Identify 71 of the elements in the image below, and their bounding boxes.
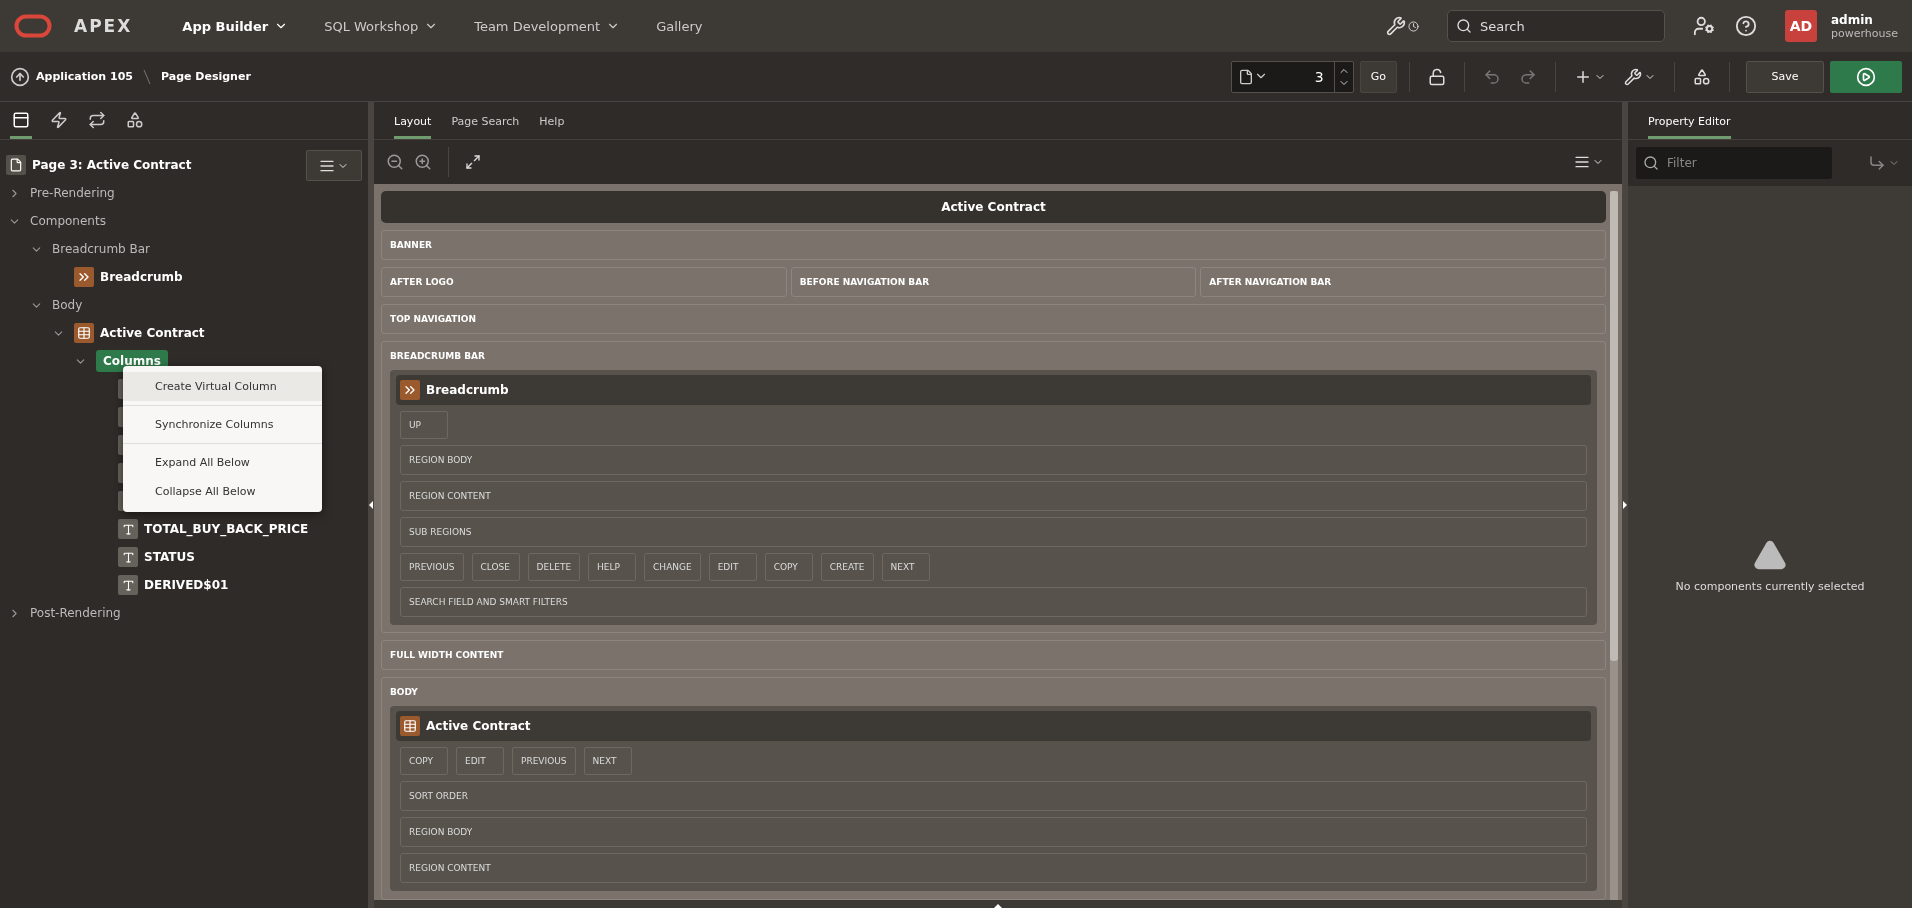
tree-node[interactable]: Post-Rendering	[30, 606, 121, 620]
region-position: SEARCH FIELD AND SMART FILTERS	[400, 586, 1587, 617]
nav-menu[interactable]: SQL Workshop	[310, 6, 453, 46]
nav-menu[interactable]: Gallery	[642, 6, 717, 46]
layout-slot: AFTER NAVIGATION BAR	[1200, 266, 1606, 297]
button-position: NEXT	[881, 552, 930, 581]
button-position: EDIT	[708, 552, 757, 581]
workspace-name: powerhouse	[1831, 26, 1898, 40]
layout-tab[interactable]: Help	[539, 109, 565, 139]
region-position: REGION BODY	[400, 817, 1587, 848]
button-position: DELETE	[527, 552, 581, 581]
button-position: CREATE	[820, 552, 874, 581]
search-input[interactable]: Search	[1478, 17, 1648, 35]
layout-slot: BEFORE NAVIGATION BAR	[790, 266, 1197, 297]
layout-slot: AFTER LOGO	[381, 266, 787, 297]
menu-item[interactable]: Synchronize Columns	[123, 410, 322, 439]
menu-item[interactable]: Create Virtual Column	[123, 372, 322, 401]
app-logo-text[interactable]: APEX	[74, 16, 133, 36]
region-card[interactable]: Active Contract COPY EDIT PREVIOUS NEXT SORT ORDER REGION BODY REGION CONTENT	[390, 706, 1597, 892]
nav-menu[interactable]: Team Development	[460, 6, 635, 46]
layout-slot: BODY Active Contract COPY EDIT PREVIOUS NEXT SORT ORDER REGION BODY REGION CONTENT	[381, 677, 1606, 900]
menu-item[interactable]: Collapse All Below	[123, 477, 322, 506]
layout-slot: TOP NAVIGATION	[381, 303, 1606, 334]
layout-tab[interactable]: Layout	[394, 109, 432, 139]
save-button[interactable]: Save	[1746, 60, 1824, 93]
user-avatar[interactable]: AD	[1785, 10, 1817, 42]
button-position: CHANGE	[644, 552, 701, 581]
breadcrumb-link[interactable]: Application 105	[36, 70, 133, 83]
tree-node[interactable]: Components	[30, 214, 106, 228]
button-position: CLOSE	[471, 552, 520, 581]
tree-node[interactable]: Body	[52, 298, 83, 312]
region-position: REGION CONTENT	[400, 853, 1587, 884]
tree-node[interactable]: STATUS	[144, 550, 195, 564]
region-header: Breadcrumb	[396, 374, 1591, 405]
nav-menu[interactable]: App Builder	[168, 6, 303, 46]
user-name: admin	[1831, 12, 1874, 27]
button-position: PREVIOUS	[400, 552, 464, 581]
search-field[interactable]: Search	[1447, 10, 1665, 42]
region-position: SORT ORDER	[400, 781, 1587, 812]
button-position: PREVIOUS	[512, 747, 576, 776]
button-position: NEXT	[583, 747, 632, 776]
tree-node[interactable]: TOTAL_BUY_BACK_PRICE	[144, 522, 309, 536]
tree-node[interactable]: Page 3: Active Contract	[32, 158, 192, 172]
tree-node[interactable]: Breadcrumb Bar	[52, 242, 151, 256]
layout-slot: BANNER	[381, 229, 1606, 260]
button-position: EDIT	[456, 747, 504, 776]
tree-node[interactable]: Breadcrumb	[100, 270, 183, 284]
region-position: REGION CONTENT	[400, 480, 1587, 511]
page-title-bar: Active Contract	[381, 191, 1606, 223]
filter-input[interactable]: Filter	[1665, 155, 1825, 171]
region-position: SUB REGIONS	[400, 516, 1587, 547]
tree-node[interactable]: Pre-Rendering	[30, 186, 115, 200]
tree-node[interactable]: Active Contract	[100, 326, 205, 340]
filter-field[interactable]: Filter	[1636, 147, 1832, 179]
go-button[interactable]: Go	[1359, 60, 1397, 93]
button-position: HELP	[588, 552, 637, 581]
menu-item[interactable]: Expand All Below	[123, 448, 322, 477]
layout-slot: BREADCRUMB BAR Breadcrumb UP REGION BODY REGION CONTENT SUB REGIONS PREVIOUS CLOSE DELETE HELP CHANGE EDIT COPY CREATE NEXT SEARCH FIELD AND SMART FILTERS	[381, 340, 1606, 634]
page-selector[interactable]: 3	[1230, 60, 1354, 93]
breadcrumb-link[interactable]: Page Designer	[160, 70, 251, 83]
region-header: Active Contract	[396, 711, 1591, 742]
button-position: COPY	[400, 747, 448, 776]
region-position: REGION BODY	[400, 444, 1587, 475]
region-card[interactable]: Breadcrumb UP REGION BODY REGION CONTENT SUB REGIONS PREVIOUS CLOSE DELETE HELP CHANGE EDIT COPY CREATE NEXT SEARCH FIELD AND SMART FILTERS	[390, 369, 1597, 625]
page-number: 3	[1313, 68, 1325, 85]
empty-message: No components currently selected	[1675, 579, 1865, 593]
layout-slot: FULL WIDTH CONTENT	[381, 640, 1606, 671]
button-position: COPY	[764, 552, 813, 581]
tree-node[interactable]: DERIVED$01	[144, 578, 229, 592]
button-position: UP	[400, 410, 448, 439]
layout-tab[interactable]: Page Search	[451, 109, 520, 139]
